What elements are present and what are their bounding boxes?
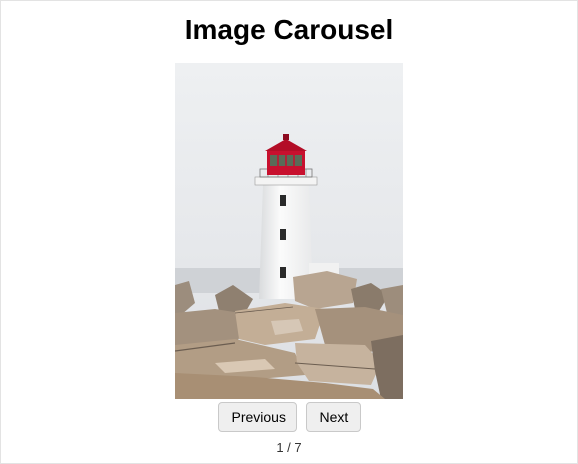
page-title: Image Carousel [184,14,394,45]
next-button[interactable]: Next [305,402,361,432]
previous-button[interactable]: Previous [217,402,297,432]
carousel-controls: Previous Next [1,402,577,432]
slide-counter: 1 / 7 [276,440,302,455]
carousel-page: Image Carousel Previous Next 1 / 7 [0,0,578,464]
carousel-image [175,63,403,399]
